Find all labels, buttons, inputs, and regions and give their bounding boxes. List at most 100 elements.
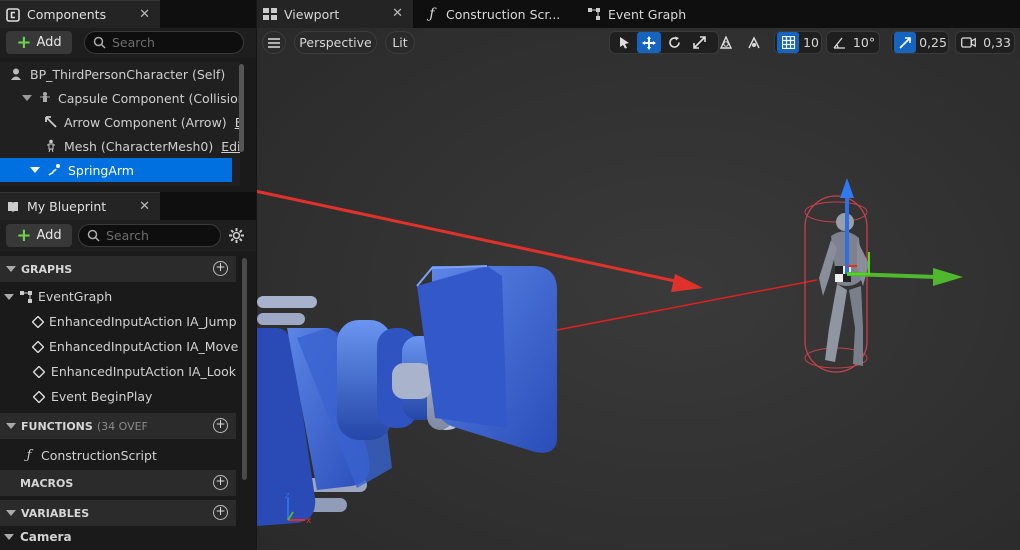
rotate-icon bbox=[668, 36, 680, 48]
viewport[interactable]: z x Perspective Lit 10 10° 0,25 0,33 bbox=[257, 28, 1020, 550]
close-icon[interactable]: ✕ bbox=[392, 6, 403, 21]
tab-construction-script[interactable]: ƒ Construction Scr... bbox=[419, 0, 579, 28]
springarm-icon bbox=[46, 162, 62, 178]
components-search[interactable] bbox=[84, 31, 244, 54]
event-graph-label: EventGraph bbox=[38, 289, 113, 304]
components-scrollbar[interactable] bbox=[239, 64, 244, 152]
graphs-title: GRAPHS bbox=[21, 262, 73, 276]
arrow-component-icon bbox=[44, 114, 58, 130]
blueprint-search[interactable] bbox=[78, 224, 221, 247]
event-label: Event BeginPlay bbox=[51, 389, 153, 404]
event-diamond-icon bbox=[32, 340, 44, 354]
angle-icon bbox=[832, 37, 845, 49]
expand-arrow-icon bbox=[22, 95, 32, 101]
viewport-tab-label: Viewport bbox=[284, 6, 340, 22]
rotation-snap-toggle[interactable] bbox=[829, 32, 849, 53]
grid-snap-toggle[interactable] bbox=[777, 32, 799, 53]
search-icon bbox=[93, 36, 106, 49]
collapse-arrow-icon bbox=[6, 423, 16, 429]
tree-item-capsule[interactable]: Capsule Component (CollisionC bbox=[0, 86, 240, 110]
tab-viewport[interactable]: Viewport ✕ bbox=[257, 0, 413, 28]
functions-section-header[interactable]: FUNCTIONS (34 OVEF + bbox=[0, 413, 236, 439]
edit-in-cpp-link[interactable]: Edi bbox=[221, 139, 240, 154]
svg-text:z: z bbox=[285, 491, 290, 501]
camera-speed-group: 0,33 bbox=[955, 31, 1015, 54]
function-item[interactable]: ƒ ConstructionScript bbox=[0, 443, 236, 468]
blueprint-add-button[interactable]: + Add bbox=[6, 224, 72, 247]
components-tabbar: Components ✕ bbox=[0, 0, 256, 28]
add-label: Add bbox=[36, 35, 62, 50]
view-mode-lit-button[interactable]: Lit bbox=[385, 31, 415, 54]
macros-title: MACROS bbox=[20, 476, 74, 490]
tree-item-label: BP_ThirdPersonCharacter (Self) bbox=[30, 66, 226, 82]
event-item[interactable]: Event BeginPlay bbox=[0, 384, 236, 409]
blueprint-search-input[interactable] bbox=[106, 228, 206, 243]
add-label: Add bbox=[36, 228, 62, 243]
grid-snap-value[interactable]: 10 bbox=[801, 32, 821, 53]
add-graph-icon[interactable]: + bbox=[213, 261, 228, 276]
rotate-tool-button[interactable] bbox=[662, 32, 686, 53]
event-item[interactable]: EnhancedInputAction IA_Look bbox=[0, 359, 236, 384]
move-icon bbox=[642, 35, 656, 50]
plus-icon: + bbox=[16, 31, 32, 53]
tree-item-self[interactable]: BP_ThirdPersonCharacter (Self) bbox=[0, 62, 232, 86]
cursor-icon bbox=[619, 37, 629, 49]
perspective-button[interactable]: Perspective bbox=[294, 31, 377, 54]
surface-snap-button[interactable] bbox=[743, 32, 765, 53]
scale-snap-icon bbox=[899, 36, 911, 49]
components-tab-label: Components bbox=[27, 7, 107, 22]
left-column: Components ✕ + Add BP_ThirdPersonCharact… bbox=[0, 0, 256, 550]
camera-speed-value[interactable]: 0,33 bbox=[980, 32, 1014, 53]
surface-snap-icon bbox=[748, 35, 760, 48]
viewport-menu-button[interactable] bbox=[262, 31, 286, 54]
close-icon[interactable]: ✕ bbox=[139, 7, 150, 22]
tree-item-springarm[interactable]: SpringArm bbox=[0, 158, 232, 182]
graph-item-eventgraph[interactable]: EventGraph bbox=[0, 284, 236, 309]
add-function-icon[interactable]: + bbox=[213, 418, 228, 433]
add-macro-icon[interactable]: + bbox=[213, 475, 228, 490]
select-tool-button[interactable] bbox=[612, 32, 636, 53]
tree-item-arrow[interactable]: Arrow Component (Arrow) E bbox=[0, 110, 240, 134]
functions-title: FUNCTIONS bbox=[21, 419, 93, 433]
event-item[interactable]: EnhancedInputAction IA_Move bbox=[0, 334, 239, 359]
components-add-button[interactable]: + Add bbox=[6, 31, 72, 54]
macros-section-header[interactable]: MACROS + bbox=[0, 470, 236, 496]
grid-icon bbox=[781, 36, 795, 49]
tree-item-label: Capsule Component (CollisionC bbox=[58, 90, 240, 106]
function-icon: ƒ bbox=[26, 448, 32, 463]
variable-category-camera[interactable]: Camera bbox=[0, 526, 236, 548]
camera-speed-button[interactable] bbox=[958, 32, 978, 53]
translate-tool-button[interactable] bbox=[637, 32, 661, 53]
components-search-input[interactable] bbox=[112, 35, 232, 50]
scale-snap-value[interactable]: 0,25 bbox=[918, 32, 948, 53]
event-diamond-icon bbox=[32, 315, 44, 329]
variables-title: VARIABLES bbox=[21, 506, 90, 520]
event-label: EnhancedInputAction IA_Move bbox=[49, 339, 239, 354]
expand-arrow-icon bbox=[4, 534, 14, 540]
rotation-snap-value[interactable]: 10° bbox=[850, 32, 878, 53]
tab-components[interactable]: Components ✕ bbox=[0, 0, 160, 28]
variable-category-label: Camera bbox=[20, 530, 72, 544]
editor-area: Viewport ✕ ƒ Construction Scr... Event G… bbox=[257, 0, 1020, 550]
tree-item-label: SpringArm bbox=[68, 162, 134, 178]
close-icon[interactable]: ✕ bbox=[139, 199, 150, 214]
expand-arrow-icon bbox=[4, 293, 14, 300]
settings-gear-icon[interactable] bbox=[228, 227, 245, 247]
event-item[interactable]: EnhancedInputAction IA_Jump bbox=[0, 309, 237, 334]
blueprint-tabbar: My Blueprint ✕ bbox=[0, 192, 256, 220]
scale-snap-toggle[interactable] bbox=[894, 32, 916, 53]
variables-section-header[interactable]: VARIABLES + bbox=[0, 500, 236, 526]
tab-event-graph[interactable]: Event Graph bbox=[581, 0, 731, 28]
event-diamond-icon bbox=[32, 390, 46, 404]
blueprint-scrollbar[interactable] bbox=[242, 258, 247, 480]
rotation-snap-group: 10° bbox=[826, 31, 880, 54]
tree-item-label: Mesh (CharacterMesh0) bbox=[64, 138, 214, 154]
blueprint-toolbar: + Add bbox=[0, 220, 256, 252]
add-variable-icon[interactable]: + bbox=[213, 505, 228, 520]
construction-tab-label: Construction Scr... bbox=[446, 6, 561, 22]
world-local-button[interactable] bbox=[715, 32, 737, 53]
tab-my-blueprint[interactable]: My Blueprint ✕ bbox=[0, 192, 160, 220]
scale-tool-button[interactable] bbox=[687, 32, 711, 53]
tree-item-mesh[interactable]: Mesh (CharacterMesh0) Edi bbox=[0, 134, 240, 158]
graphs-section-header[interactable]: GRAPHS + bbox=[0, 256, 236, 282]
